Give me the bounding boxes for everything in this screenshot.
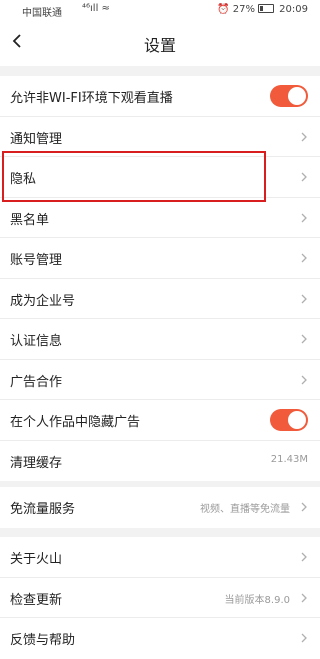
setting-verification[interactable]: 认证信息 xyxy=(0,319,320,360)
page-title: 设置 xyxy=(143,36,176,55)
status-bar: 中国联通 ⁴⁶ıll ≈ ⏰ 27% 20:09 xyxy=(0,0,320,20)
chevron-right-icon xyxy=(301,552,307,562)
setting-label: 检查更新 xyxy=(10,592,63,608)
current-version: 当前版本8.9.0 xyxy=(224,594,290,606)
chevron-right-icon xyxy=(301,593,307,602)
setting-label: 认证信息 xyxy=(10,334,63,349)
setting-privacy[interactable]: 隐私 xyxy=(0,157,320,198)
chevron-right-icon xyxy=(301,375,307,384)
chevron-right-icon xyxy=(301,213,307,222)
hide-ads-toggle[interactable] xyxy=(270,409,308,431)
wifi-live-toggle[interactable] xyxy=(270,85,308,107)
chevron-right-icon xyxy=(301,172,307,182)
setting-label: 免流量服务 xyxy=(10,502,76,517)
setting-label: 通知管理 xyxy=(10,131,63,147)
setting-notifications[interactable]: 通知管理 xyxy=(0,117,320,157)
signal-icon: ⁴⁶ıll ≈ xyxy=(82,3,110,14)
setting-label: 清理缓存 xyxy=(10,455,63,471)
setting-feedback[interactable]: 反馈与帮助 xyxy=(0,618,320,659)
carrier-name: 中国联通 xyxy=(22,8,62,19)
cache-size: 21.43M xyxy=(270,453,308,465)
setting-enterprise[interactable]: 成为企业号 xyxy=(0,279,320,319)
setting-label: 反馈与帮助 xyxy=(10,633,76,648)
setting-label: 成为企业号 xyxy=(10,293,76,309)
setting-label: 关于火山 xyxy=(10,552,63,567)
settings-section-main: 允许非WI-FI环境下观看直播 通知管理 隐私 黑名单 账号管理 成为企业号 认… xyxy=(0,76,320,481)
chevron-right-icon xyxy=(301,502,307,512)
setting-account[interactable]: 账号管理 xyxy=(0,238,320,279)
setting-ad-cooperation[interactable]: 广告合作 xyxy=(0,360,320,400)
chevron-right-icon xyxy=(301,132,307,141)
toggle-knob xyxy=(288,411,306,429)
chevron-right-icon xyxy=(301,633,307,643)
setting-label: 账号管理 xyxy=(10,253,63,268)
clock-time: 20:09 xyxy=(279,4,308,15)
setting-blacklist[interactable]: 黑名单 xyxy=(0,198,320,238)
status-right: ⏰ 27% 20:09 xyxy=(217,4,308,15)
chevron-right-icon xyxy=(301,253,307,263)
alarm-icon: ⏰ xyxy=(217,4,230,15)
setting-about[interactable]: 关于火山 xyxy=(0,537,320,578)
setting-free-traffic[interactable]: 免流量服务 视频、直播等免流量 xyxy=(0,487,320,528)
setting-label: 允许非WI-FI环境下观看直播 xyxy=(10,91,173,106)
battery-percent: 27% xyxy=(232,4,255,15)
setting-check-update[interactable]: 检查更新 当前版本8.9.0 xyxy=(0,578,320,618)
setting-clear-cache[interactable]: 清理缓存 21.43M xyxy=(0,441,320,482)
settings-section-about: 关于火山 检查更新 当前版本8.9.0 反馈与帮助 xyxy=(0,537,320,659)
chevron-right-icon xyxy=(301,294,307,303)
setting-label: 黑名单 xyxy=(10,212,50,228)
battery-icon xyxy=(257,4,274,13)
toggle-knob xyxy=(288,87,306,105)
setting-label: 在个人作品中隐藏广告 xyxy=(10,415,141,430)
setting-value: 视频、直播等免流量 xyxy=(200,504,290,515)
title-bar: 设置 xyxy=(0,20,320,66)
chevron-right-icon xyxy=(301,334,307,344)
setting-label: 隐私 xyxy=(10,172,37,187)
setting-hide-ads: 在个人作品中隐藏广告 xyxy=(0,400,320,441)
setting-label: 广告合作 xyxy=(10,374,63,390)
setting-wifi-live: 允许非WI-FI环境下观看直播 xyxy=(0,76,320,117)
settings-section-traffic: 免流量服务 视频、直播等免流量 xyxy=(0,487,320,528)
